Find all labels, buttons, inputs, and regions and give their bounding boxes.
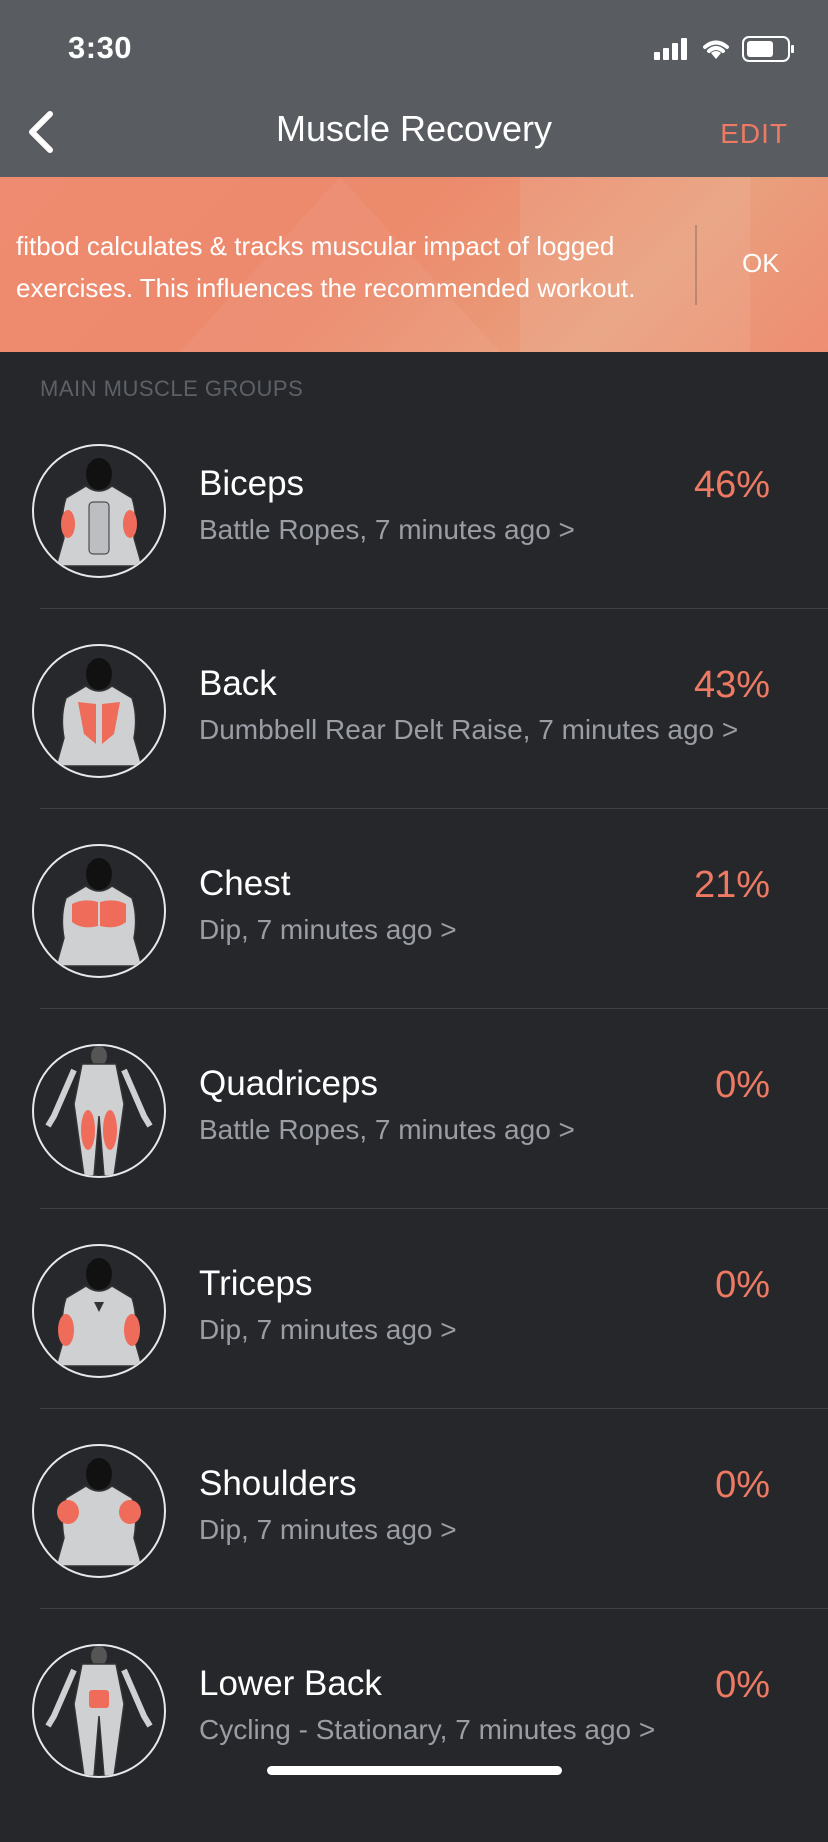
muscle-name: Quadriceps bbox=[199, 1064, 378, 1103]
battery-icon bbox=[742, 36, 794, 62]
muscle-row-biceps[interactable]: Biceps Battle Ropes, 7 minutes ago > 46% bbox=[0, 442, 828, 642]
chest-figure-icon bbox=[32, 844, 166, 978]
triceps-figure-icon bbox=[32, 1244, 166, 1378]
row-divider bbox=[40, 1208, 828, 1209]
muscle-name: Chest bbox=[199, 864, 291, 903]
wifi-icon bbox=[703, 40, 729, 59]
last-exercise-link[interactable]: Battle Ropes, 7 minutes ago > bbox=[199, 1114, 575, 1146]
muscle-name: Lower Back bbox=[199, 1664, 382, 1703]
section-header: MAIN MUSCLE GROUPS bbox=[40, 376, 304, 401]
shoulders-figure-icon bbox=[32, 1444, 166, 1578]
row-divider bbox=[40, 608, 828, 609]
row-divider bbox=[40, 1608, 828, 1609]
last-exercise-link[interactable]: Dip, 7 minutes ago > bbox=[199, 914, 457, 946]
header: 3:30 Muscle Recovery EDIT bbox=[0, 0, 828, 177]
recovery-percent: 46% bbox=[693, 464, 770, 506]
home-indicator[interactable] bbox=[267, 1766, 562, 1775]
banner-ok-button[interactable]: OK bbox=[742, 248, 780, 279]
muscle-row-back[interactable]: Back Dumbbell Rear Delt Raise, 7 minutes… bbox=[0, 642, 828, 842]
muscle-row-triceps[interactable]: Triceps Dip, 7 minutes ago > 0% bbox=[0, 1242, 828, 1442]
muscle-name: Shoulders bbox=[199, 1464, 357, 1503]
lower-back-figure-icon bbox=[32, 1644, 166, 1778]
last-exercise-link[interactable]: Cycling - Stationary, 7 minutes ago > bbox=[199, 1714, 655, 1746]
recovery-percent: 0% bbox=[715, 1464, 770, 1506]
info-banner: fitbod calculates & tracks muscular impa… bbox=[0, 177, 828, 352]
muscle-row-shoulders[interactable]: Shoulders Dip, 7 minutes ago > 0% bbox=[0, 1442, 828, 1642]
row-divider bbox=[40, 1008, 828, 1009]
muscle-row-lower-back[interactable]: Lower Back Cycling - Stationary, 7 minut… bbox=[0, 1642, 828, 1842]
signal-icon bbox=[654, 38, 687, 60]
muscle-row-chest[interactable]: Chest Dip, 7 minutes ago > 21% bbox=[0, 842, 828, 1042]
last-exercise-link[interactable]: Dumbbell Rear Delt Raise, 7 minutes ago … bbox=[199, 714, 738, 746]
banner-message: fitbod calculates & tracks muscular impa… bbox=[16, 231, 636, 303]
biceps-figure-icon bbox=[32, 444, 166, 578]
banner-divider bbox=[695, 225, 697, 305]
quadriceps-figure-icon bbox=[32, 1044, 166, 1178]
muscle-name: Triceps bbox=[199, 1264, 313, 1303]
muscle-name: Biceps bbox=[199, 464, 305, 503]
status-time: 3:30 bbox=[68, 30, 133, 65]
page-title: Muscle Recovery bbox=[275, 108, 553, 149]
recovery-percent: 0% bbox=[715, 1264, 770, 1306]
muscle-row-quadriceps[interactable]: Quadriceps Battle Ropes, 7 minutes ago >… bbox=[0, 1042, 828, 1242]
last-exercise-link[interactable]: Dip, 7 minutes ago > bbox=[199, 1314, 457, 1346]
edit-button[interactable]: EDIT bbox=[720, 118, 788, 150]
recovery-percent: 21% bbox=[693, 864, 770, 906]
status-icons bbox=[654, 36, 796, 62]
row-divider bbox=[40, 808, 828, 809]
back-figure-icon bbox=[32, 644, 166, 778]
muscle-name: Back bbox=[199, 664, 277, 703]
recovery-percent: 0% bbox=[715, 1664, 770, 1706]
recovery-percent: 43% bbox=[693, 664, 770, 706]
last-exercise-link[interactable]: Battle Ropes, 7 minutes ago > bbox=[199, 514, 575, 546]
recovery-percent: 0% bbox=[715, 1064, 770, 1106]
row-divider bbox=[40, 1408, 828, 1409]
last-exercise-link[interactable]: Dip, 7 minutes ago > bbox=[199, 1514, 457, 1546]
